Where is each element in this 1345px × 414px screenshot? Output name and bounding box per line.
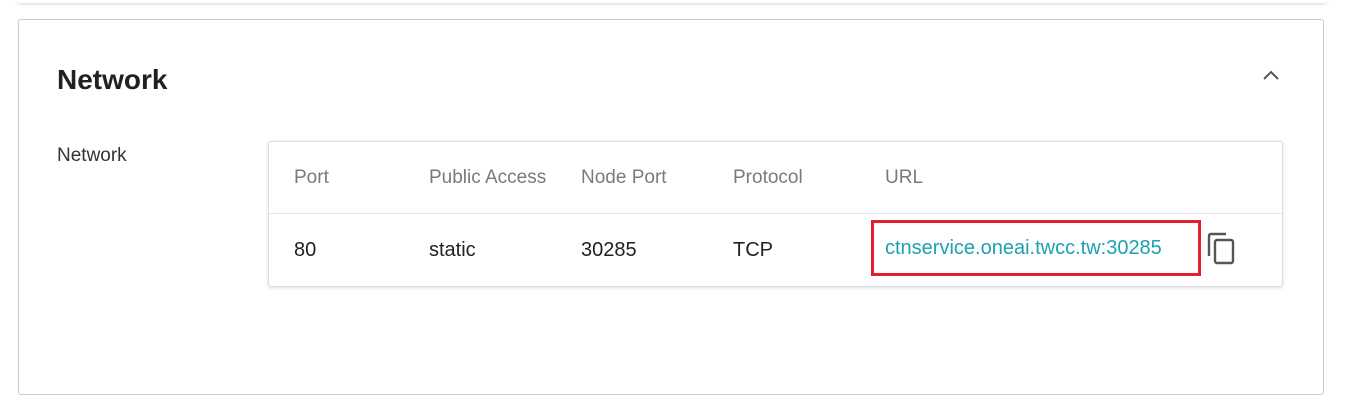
- cell-port: 80: [294, 239, 317, 261]
- header-node-port: Node Port: [581, 167, 667, 188]
- network-table: Port Public Access Node Port Protocol UR…: [268, 141, 1283, 287]
- network-card: Network Network Port Public Access Node …: [18, 19, 1324, 395]
- collapse-button[interactable]: [1257, 62, 1285, 90]
- chevron-up-icon: [1263, 70, 1279, 80]
- network-field-label: Network: [57, 145, 127, 166]
- copy-url-button[interactable]: [1205, 232, 1239, 266]
- service-url-link[interactable]: ctnservice.oneai.twcc.tw:30285: [885, 214, 1162, 282]
- previous-card-edge: [18, 0, 1326, 3]
- section-title: Network: [57, 64, 168, 95]
- header-url: URL: [885, 167, 924, 188]
- header-protocol: Protocol: [733, 167, 803, 188]
- header-port: Port: [294, 167, 329, 188]
- cell-public-access: static: [429, 239, 476, 261]
- cell-node-port: 30285: [581, 239, 637, 261]
- cell-protocol: TCP: [733, 239, 773, 261]
- header-public-access: Public Access: [429, 167, 547, 188]
- table-row: 80 static 30285 TCP ctnservice.oneai.twc…: [269, 214, 1282, 286]
- table-header-row: Port Public Access Node Port Protocol UR…: [269, 142, 1282, 214]
- copy-icon: [1207, 232, 1235, 265]
